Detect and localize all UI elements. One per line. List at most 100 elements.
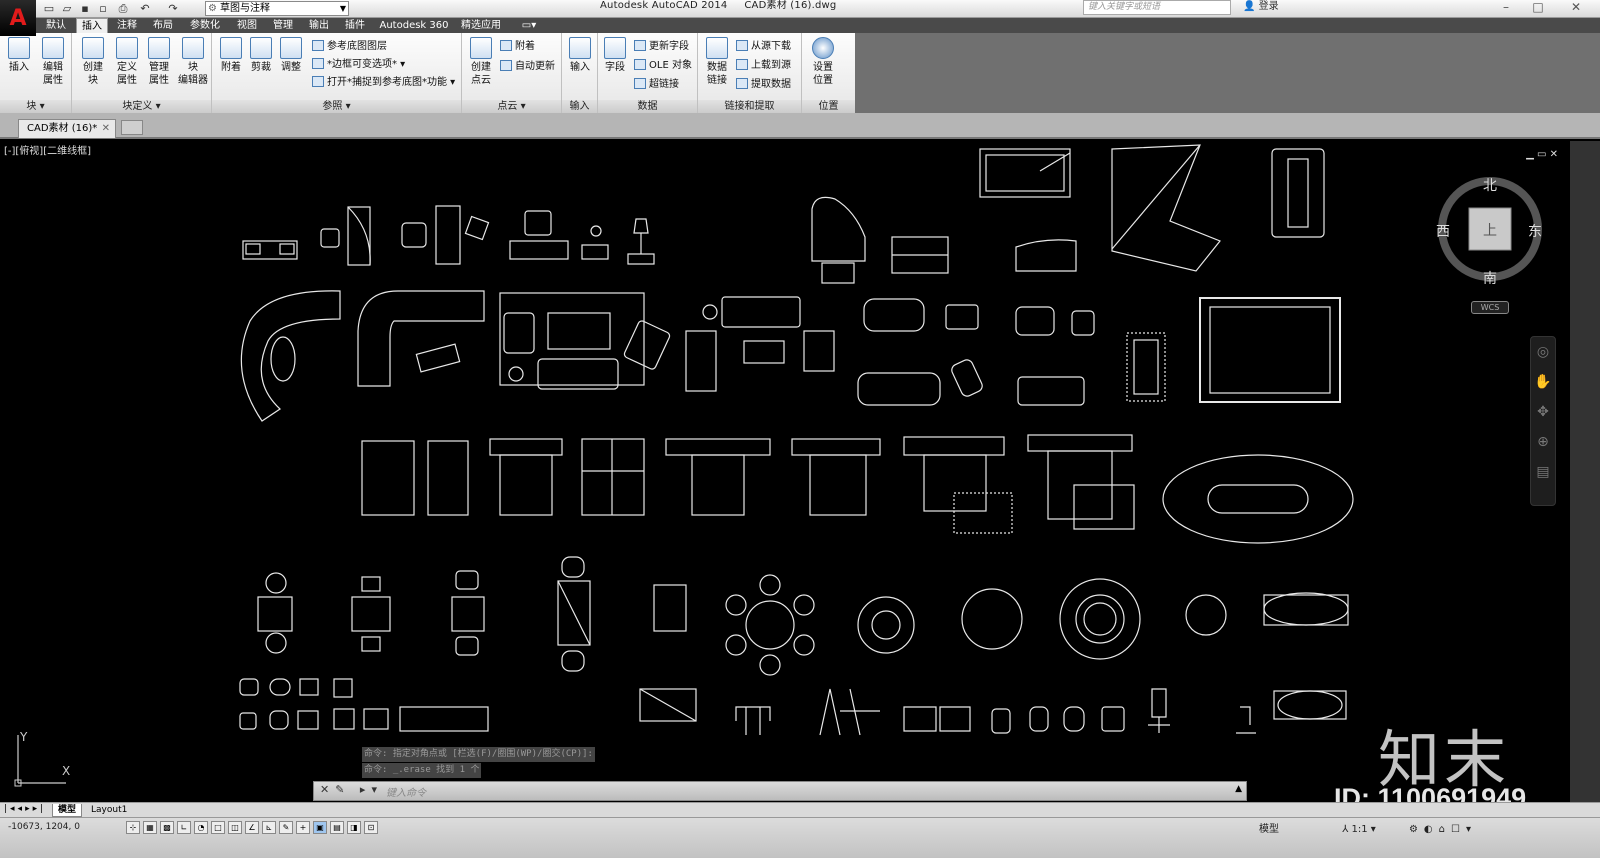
model-space-button[interactable]: 模型 xyxy=(1259,824,1279,835)
panel-reference-title[interactable]: 参照 ▾ xyxy=(212,100,461,113)
osnap-toggle[interactable]: □ xyxy=(211,821,225,834)
viewcube-north[interactable]: 北 xyxy=(1483,175,1497,195)
ribbon-options-icon[interactable]: ▭▾ xyxy=(516,18,542,33)
drawing-canvas[interactable]: [-][俯视][二维线框] ▁ ▭ ✕ 北 南 东 西 上 WCS ◎ ✋ ✥ … xyxy=(0,141,1570,802)
point-cloud-attach-button[interactable]: 附着 xyxy=(500,39,535,55)
minimize-button[interactable]: – xyxy=(1490,0,1522,16)
viewcube-east[interactable]: 东 xyxy=(1528,221,1542,241)
transparency-toggle[interactable]: ▣ xyxy=(313,821,327,834)
otrack-toggle[interactable]: ∠ xyxy=(245,821,259,834)
open-icon[interactable]: ▱ xyxy=(60,2,74,15)
viewcube-top-face[interactable]: 上 xyxy=(1483,220,1497,240)
create-point-cloud-button[interactable]: 创建 点云 xyxy=(466,37,496,87)
tab-manage[interactable]: 管理 xyxy=(266,18,300,33)
manage-attribute-button[interactable]: 管理 属性 xyxy=(144,37,174,87)
maximize-button[interactable]: □ xyxy=(1522,0,1554,16)
selection-cycling-toggle[interactable]: ◨ xyxy=(347,821,361,834)
status-tray-icons[interactable]: ⚙◐⌂☐▾ xyxy=(1409,824,1477,835)
auto-update-button[interactable]: 自动更新 xyxy=(500,59,555,75)
tab-model[interactable]: 模型 xyxy=(52,804,83,817)
polar-toggle[interactable]: ◔ xyxy=(194,821,208,834)
viewcube-south[interactable]: 南 xyxy=(1483,268,1497,288)
zoom-icon[interactable]: ✥ xyxy=(1531,397,1555,427)
pan-icon[interactable]: ◎ xyxy=(1531,337,1555,367)
insert-block-button[interactable]: 插入 xyxy=(4,37,34,74)
sofa-3-block xyxy=(1015,306,1095,406)
create-block-button[interactable]: 创建 块 xyxy=(78,37,108,87)
clip-button[interactable]: 剪裁 xyxy=(246,37,276,74)
wcs-menu[interactable]: WCS xyxy=(1471,301,1509,314)
tab-autodesk-360[interactable]: Autodesk 360 xyxy=(374,18,454,33)
close-button[interactable]: ✕ xyxy=(1556,0,1596,16)
quick-properties-toggle[interactable]: ▤ xyxy=(330,821,344,834)
tab-output[interactable]: 输出 xyxy=(302,18,336,33)
underlay-layers-button[interactable]: 参考底图图层 xyxy=(312,39,387,55)
field-button[interactable]: 字段 xyxy=(600,37,630,74)
search-input[interactable]: 键入关键字或短语 xyxy=(1083,0,1231,15)
upload-to-source-button[interactable]: 上载到源 xyxy=(736,58,791,74)
panel-block-definition-title[interactable]: 块定义 ▾ xyxy=(72,100,211,113)
document-tab[interactable]: CAD素材 (16)* ✕ xyxy=(18,119,116,138)
hyperlink-button[interactable]: 超链接 xyxy=(634,77,679,93)
tab-plugins[interactable]: 插件 xyxy=(338,18,372,33)
command-input[interactable]: 键入命令 xyxy=(386,784,426,799)
navigation-bar[interactable]: ◎ ✋ ✥ ⊕ ▤ xyxy=(1530,336,1556,506)
infer-constraints-toggle[interactable]: ⊹ xyxy=(126,821,140,834)
undo-icon[interactable]: ↶ xyxy=(138,2,152,15)
ucs-toggle[interactable]: ⊾ xyxy=(262,821,276,834)
extract-icon xyxy=(736,78,748,89)
viewcube-west[interactable]: 西 xyxy=(1436,221,1450,241)
set-location-button[interactable]: 设置 位置 xyxy=(808,37,838,87)
coordinates-readout[interactable]: -10673, 1204, 0 xyxy=(8,822,80,832)
define-attribute-button[interactable]: 定义 属性 xyxy=(112,37,142,87)
ole-object-button[interactable]: OLE 对象 xyxy=(634,58,692,74)
tab-view[interactable]: 视图 xyxy=(230,18,264,33)
redo-icon[interactable]: ↷ xyxy=(166,2,180,15)
command-line[interactable]: ✕✎ ▸▾ 键入命令 ▲ xyxy=(313,781,1247,801)
tab-layout[interactable]: 布局 xyxy=(146,18,180,33)
panel-point-cloud-title[interactable]: 点云 ▾ xyxy=(462,100,561,113)
update-fields-button[interactable]: 更新字段 xyxy=(634,39,689,55)
saveas-icon[interactable]: ▫ xyxy=(96,2,110,15)
viewcube[interactable]: 北 南 东 西 上 xyxy=(1436,173,1546,308)
tab-annotate[interactable]: 注释 xyxy=(110,18,144,33)
data-link-button[interactable]: 数据 链接 xyxy=(702,37,732,87)
grid-toggle[interactable]: ▩ xyxy=(160,821,174,834)
dyn-toggle[interactable]: ✎ xyxy=(279,821,293,834)
new-icon[interactable]: ▭ xyxy=(42,2,56,15)
frame-variable-button[interactable]: *边框可变选项* ▾ xyxy=(312,57,405,73)
block-editor-button[interactable]: 块 编辑器 xyxy=(176,37,210,87)
edit-attribute-button[interactable]: 编辑 属性 xyxy=(38,37,68,87)
import-button[interactable]: 输入 xyxy=(565,37,595,74)
workspace-dropdown[interactable]: ⚙ 草图与注释 ▼ xyxy=(205,1,349,16)
panel-block-title[interactable]: 块 ▾ xyxy=(0,100,71,113)
download-from-source-button[interactable]: 从源下载 xyxy=(736,39,791,55)
snap-underlay-button[interactable]: 打开*捕捉到参考底图*功能 ▾ xyxy=(312,75,455,91)
3d-osnap-toggle[interactable]: ◫ xyxy=(228,821,242,834)
tab-default[interactable]: 默认 xyxy=(38,18,74,33)
snap-toggle[interactable]: ▦ xyxy=(143,821,157,834)
new-tab-button[interactable] xyxy=(121,120,143,135)
tab-layout1[interactable]: Layout1 xyxy=(86,804,132,817)
orbit-icon[interactable]: ⊕ xyxy=(1531,427,1555,457)
ortho-toggle[interactable]: ∟ xyxy=(177,821,191,834)
extract-data-button[interactable]: 提取数据 xyxy=(736,77,791,93)
tab-parametric[interactable]: 参数化 xyxy=(182,18,228,33)
close-icon[interactable]: ✕ xyxy=(102,120,110,138)
application-menu-button[interactable]: A xyxy=(0,0,36,36)
attach-button[interactable]: 附着 xyxy=(216,37,246,74)
login-area[interactable]: 👤 登录 xyxy=(1243,0,1279,13)
annotation-scale[interactable]: ⅄ 1:1 ▾ xyxy=(1342,824,1376,835)
lineweight-toggle[interactable]: + xyxy=(296,821,310,834)
chevron-up-icon[interactable]: ▲ xyxy=(1235,784,1242,794)
tab-featured-apps[interactable]: 精选应用 xyxy=(456,18,506,33)
hand-icon[interactable]: ✋ xyxy=(1531,367,1555,397)
save-icon[interactable]: ▪ xyxy=(78,2,92,15)
annotation-monitor-toggle[interactable]: ⊡ xyxy=(364,821,378,834)
adjust-button[interactable]: 调整 xyxy=(276,37,306,74)
layout-nav-arrows[interactable]: |◂◂▸▸| xyxy=(4,804,46,814)
command-line-tools[interactable]: ✕✎ ▸▾ xyxy=(320,783,383,796)
tab-insert[interactable]: 插入 xyxy=(76,18,108,33)
showmotion-icon[interactable]: ▤ xyxy=(1531,457,1555,487)
plot-icon[interactable]: ⎙ xyxy=(116,2,130,15)
